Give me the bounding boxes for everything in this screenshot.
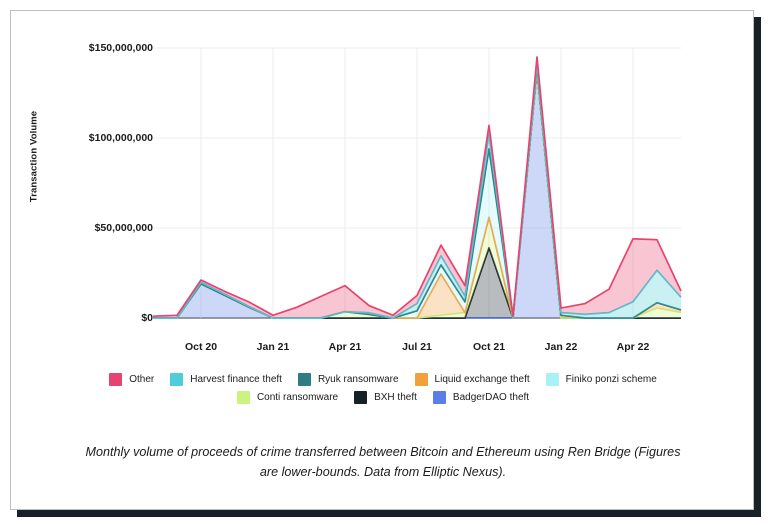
legend-label: Conti ransomware — [256, 392, 339, 403]
legend-label: Liquid exchange theft — [434, 374, 530, 385]
legend-item[interactable]: Other — [109, 373, 154, 386]
x-axis-tick-labels: Oct 20 Jan 21 Apr 21 Jul 21 Oct 21 Jan 22 Apr … — [11, 341, 755, 361]
legend-swatch-icon — [297, 373, 311, 386]
caption-line-1: Monthly volume of proceeds of crime tran… — [85, 445, 531, 459]
legend-label: BXH theft — [374, 392, 417, 403]
x-tick-label: Jan 22 — [544, 341, 578, 353]
legend-label: Finiko ponzi scheme — [565, 374, 657, 385]
x-tick-label: Jan 21 — [256, 341, 290, 353]
x-tick-label: Oct 20 — [184, 341, 218, 353]
x-tick-label: Jul 21 — [402, 341, 432, 353]
chart-legend: Other Harvest finance theft Ryuk ransomwar… — [11, 373, 755, 409]
legend-item[interactable]: BXH theft — [354, 391, 417, 404]
chart-caption: Monthly volume of proceeds of crime tran… — [83, 443, 683, 482]
legend-item[interactable]: Harvest finance theft — [170, 373, 282, 386]
legend-swatch-icon — [236, 391, 250, 404]
x-tick-label: Apr 22 — [616, 341, 650, 353]
x-tick-label: Oct 21 — [472, 341, 506, 353]
legend-item[interactable]: BadgerDAO theft — [432, 391, 530, 404]
legend-row-1: Other Harvest finance theft Ryuk ransomwar… — [11, 373, 755, 386]
legend-swatch-icon — [354, 391, 368, 404]
legend-swatch-icon — [170, 373, 184, 386]
legend-swatch-icon — [545, 373, 559, 386]
legend-label: Harvest finance theft — [190, 374, 282, 385]
chart-plot-area: Transaction Volume $0 $50,000,000 $100,000… — [11, 11, 755, 511]
legend-item[interactable]: Finiko ponzi scheme — [545, 373, 657, 386]
legend-swatch-icon — [109, 373, 123, 386]
legend-label: BadgerDAO theft — [452, 392, 530, 403]
legend-item[interactable]: Conti ransomware — [236, 391, 339, 404]
legend-swatch-icon — [432, 391, 446, 404]
chart-card: Transaction Volume $0 $50,000,000 $100,000… — [10, 10, 754, 510]
legend-item[interactable]: Ryuk ransomware — [297, 373, 399, 386]
legend-swatch-icon — [414, 373, 428, 386]
legend-label: Other — [129, 374, 155, 385]
legend-label: Ryuk ransomware — [317, 374, 399, 385]
x-tick-label: Apr 21 — [328, 341, 362, 353]
screenshot-root: Transaction Volume $0 $50,000,000 $100,000… — [0, 0, 768, 525]
stacked-area-chart — [152, 47, 682, 319]
legend-row-2: Conti ransomware BXH theft BadgerDAO theft — [11, 391, 755, 404]
legend-item[interactable]: Liquid exchange theft — [414, 373, 530, 386]
